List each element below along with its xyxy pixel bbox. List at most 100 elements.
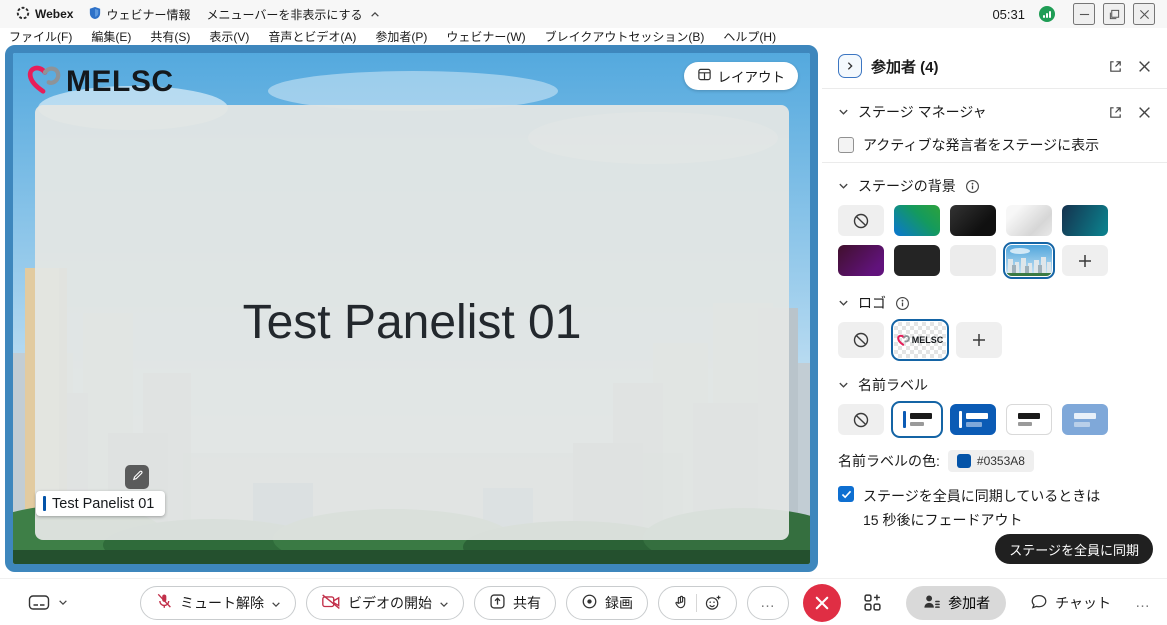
chevron-down-icon[interactable] [838, 182, 849, 190]
share-button[interactable]: 共有 [474, 586, 556, 620]
namelabel-section-header: 名前ラベル [838, 375, 1151, 395]
sync-fadeout-checkbox[interactable] [838, 486, 854, 502]
webex-window: Webex ウェビナー情報 メニューバーを非表示にする 05:31 ファイル( [0, 0, 1167, 625]
panel-title: 参加者 (4) [871, 56, 939, 77]
stage-area: MELSC レイアウト Test Panelist 01 Test Paneli… [5, 45, 818, 572]
more-panels-button[interactable]: … [1135, 594, 1151, 611]
namelabel-none-swatch[interactable] [838, 404, 884, 435]
close-panel-icon[interactable] [1138, 60, 1151, 73]
panel-header: 参加者 (4) [838, 51, 1151, 81]
active-speaker-checkbox[interactable] [838, 137, 854, 153]
stage-brand-text: MELSC [66, 65, 174, 99]
video-chevron-down-icon[interactable] [439, 595, 449, 611]
participants-panel: 参加者 (4) ステージ マネージャ [822, 45, 1167, 578]
more-options-button[interactable]: … [747, 586, 789, 620]
namelabel-color-picker[interactable]: #0353A8 [948, 450, 1034, 472]
color-value: #0353A8 [977, 454, 1025, 468]
stage-brand-logo: MELSC [27, 63, 174, 100]
namelabel-style3-swatch[interactable] [1006, 404, 1052, 435]
unmute-chevron-down-icon[interactable] [271, 595, 281, 611]
webinar-info-button[interactable]: ウェビナー情報 [89, 6, 190, 23]
namelabel-style4-swatch[interactable] [1062, 404, 1108, 435]
participants-toggle-button[interactable]: 参加者 [906, 586, 1006, 620]
chat-label: チャット [1055, 593, 1111, 613]
info-icon[interactable] [895, 296, 910, 311]
minimize-button[interactable] [1073, 3, 1095, 25]
menu-participants[interactable]: 参加者(P) [375, 28, 427, 45]
style1-accent-bar [903, 411, 906, 428]
webinar-info-label: ウェビナー情報 [106, 6, 190, 23]
captions-controls [28, 579, 68, 625]
unmute-button[interactable]: ミュート解除 [140, 586, 296, 620]
menu-breakout[interactable]: ブレイクアウトセッション(B) [545, 28, 705, 45]
popout-panel-icon[interactable] [1108, 59, 1123, 74]
connection-quality-icon[interactable] [1039, 6, 1055, 22]
bg-add-swatch[interactable] [1062, 245, 1108, 276]
bg-light-gray-swatch[interactable] [950, 245, 996, 276]
start-video-button[interactable]: ビデオの開始 [306, 586, 464, 620]
maximize-button[interactable] [1103, 3, 1125, 25]
namelabel-style2-swatch[interactable] [950, 404, 996, 435]
menu-share[interactable]: 共有(S) [150, 28, 190, 45]
menu-file[interactable]: ファイル(F) [9, 28, 72, 45]
menu-audio-video[interactable]: 音声とビデオ(A) [268, 28, 356, 45]
more-options-label: … [760, 594, 776, 611]
bg-purple-swatch[interactable] [838, 245, 884, 276]
chevron-down-icon[interactable] [838, 108, 849, 116]
sync-fadeout-label-line2: 15 秒後にフェードアウト [838, 510, 1151, 530]
call-controls: ミュート解除 ビデオの開始 共有 [140, 579, 841, 625]
captions-chevron-down-icon[interactable] [58, 599, 68, 606]
sync-stage-button[interactable]: ステージを全員に同期 [995, 534, 1153, 564]
close-window-button[interactable] [1133, 3, 1155, 25]
unmute-label: ミュート解除 [180, 593, 264, 613]
record-icon [581, 593, 598, 613]
menu-help[interactable]: ヘルプ(H) [723, 28, 776, 45]
menu-edit[interactable]: 編集(E) [91, 28, 131, 45]
bg-silver-swatch[interactable] [1006, 205, 1052, 236]
name-label: Test Panelist 01 [36, 491, 165, 516]
bg-black-smoke-swatch[interactable] [950, 205, 996, 236]
webex-logo-icon [16, 6, 30, 23]
close-stage-manager-icon[interactable] [1138, 106, 1151, 119]
bg-teal-navy-swatch[interactable] [1062, 205, 1108, 236]
bg-none-swatch[interactable] [838, 205, 884, 236]
bg-city-photo-swatch-selected[interactable] [1006, 245, 1052, 276]
shield-icon [89, 6, 101, 23]
record-button[interactable]: 録画 [566, 586, 648, 620]
menubar: ファイル(F) 編集(E) 共有(S) 表示(V) 音声とビデオ(A) 参加者(… [0, 28, 1167, 45]
collapse-panel-button[interactable] [838, 54, 862, 78]
logo-add-swatch[interactable] [956, 322, 1002, 358]
menu-webinar[interactable]: ウェビナー(W) [446, 28, 525, 45]
raise-hand-icon[interactable] [673, 594, 689, 611]
layout-button[interactable]: レイアウト [684, 62, 799, 90]
panelist-tile-name: Test Panelist 01 [243, 295, 582, 350]
background-section-header: ステージの背景 [838, 176, 1151, 196]
edit-name-label-button[interactable] [125, 465, 149, 489]
leave-meeting-button[interactable] [803, 584, 841, 622]
logo-none-swatch[interactable] [838, 322, 884, 358]
namelabel-color-label: 名前ラベルの色: [838, 451, 940, 471]
color-chip [957, 454, 971, 468]
menu-view[interactable]: 表示(V) [209, 28, 249, 45]
namelabel-swatch-row [838, 404, 1151, 435]
apps-icon[interactable] [863, 593, 882, 612]
active-speaker-row: アクティブな発言者をステージに表示 [838, 135, 1151, 155]
name-label-accent-bar [43, 496, 46, 511]
logo-melsc-swatch-selected[interactable]: MELSC [894, 322, 946, 358]
popout-stage-manager-icon[interactable] [1108, 105, 1123, 120]
chevron-down-icon[interactable] [838, 381, 849, 389]
chat-button[interactable]: チャット [1030, 593, 1111, 613]
background-swatch-row-1 [838, 205, 1151, 236]
background-swatch-row-2 [838, 245, 1151, 276]
closed-captions-icon[interactable] [28, 594, 50, 612]
stage-manager-header: ステージ マネージャ [838, 102, 1151, 122]
bg-dark-swatch[interactable] [894, 245, 940, 276]
namelabel-style1-swatch-selected[interactable] [894, 404, 940, 435]
participants-icon [922, 593, 941, 613]
reactions-group [658, 586, 737, 620]
bg-green-blue-swatch[interactable] [894, 205, 940, 236]
reactions-smiley-icon[interactable] [704, 594, 722, 612]
chevron-down-icon[interactable] [838, 299, 849, 307]
hide-menubar-button[interactable]: メニューバーを非表示にする [206, 6, 379, 23]
info-icon[interactable] [965, 179, 980, 194]
